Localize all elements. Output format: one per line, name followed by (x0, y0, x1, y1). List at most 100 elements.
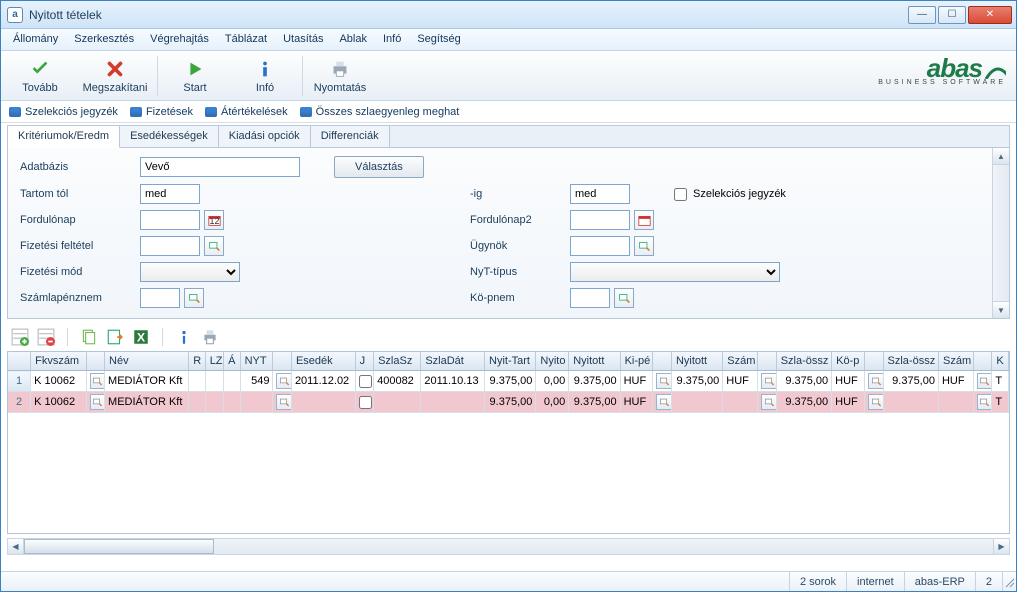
lookup-icon[interactable] (614, 288, 634, 308)
column-header[interactable]: Nyito (536, 352, 569, 371)
input-ugynok[interactable] (570, 236, 630, 256)
menu-segitseg[interactable]: Segítség (409, 29, 468, 50)
tab-esedekessegek[interactable]: Esedékességek (120, 126, 219, 147)
column-header[interactable]: Ki-pé (620, 352, 653, 371)
resize-grip-icon[interactable] (1002, 572, 1016, 591)
toolbar-print[interactable]: Nyomtatás (305, 53, 375, 99)
column-header[interactable]: Esedék (291, 352, 355, 371)
select-nyt-tipus[interactable] (570, 262, 780, 282)
select-fiz-mod[interactable] (140, 262, 240, 282)
input-ko-pnem[interactable] (570, 288, 610, 308)
cell-lookup-icon[interactable] (761, 394, 776, 410)
label-fordulonap: Fordulónap (20, 214, 140, 226)
data-grid[interactable]: FkvszámNévRLZÁNYTEsedékJSzlaSzSzlaDátNyi… (7, 351, 1010, 534)
input-tartom-tol[interactable] (140, 184, 200, 204)
menu-info[interactable]: Infó (375, 29, 409, 50)
cell-lookup-icon[interactable] (276, 394, 291, 410)
cell-lookup-icon[interactable] (868, 373, 883, 389)
cell-checkbox[interactable] (359, 375, 372, 388)
toolbar-abort[interactable]: Megszakítani (75, 53, 155, 99)
input-ig[interactable] (570, 184, 630, 204)
column-header[interactable] (758, 352, 776, 371)
menu-vegrehajtas[interactable]: Végrehajtás (142, 29, 217, 50)
link-fizetesek[interactable]: Fizetések (130, 106, 193, 118)
close-button[interactable]: ✕ (968, 6, 1012, 24)
checkbox-szel-jegyzek[interactable] (674, 188, 687, 201)
cell-lookup-icon[interactable] (868, 394, 883, 410)
scrollbar-thumb[interactable] (24, 539, 214, 554)
menu-ablak[interactable]: Ablak (331, 29, 375, 50)
column-header[interactable]: Nyit-Tart (485, 352, 536, 371)
input-adatbazis[interactable] (140, 157, 300, 177)
link-atertekelesek[interactable]: Átértékelések (205, 106, 288, 118)
column-header[interactable]: Kö-p (832, 352, 865, 371)
menu-szerkesztes[interactable]: Szerkesztés (66, 29, 142, 50)
cell-lookup-icon[interactable] (977, 373, 992, 389)
column-header[interactable]: Szám (723, 352, 758, 371)
column-header[interactable] (653, 352, 671, 371)
column-header[interactable] (8, 352, 31, 371)
input-fordulonap2[interactable] (570, 210, 630, 230)
toolbar-info[interactable]: Infó (230, 53, 300, 99)
input-szamlapenznem[interactable] (140, 288, 180, 308)
grid-remove-icon[interactable] (37, 328, 55, 346)
column-header[interactable]: Nyitott (671, 352, 722, 371)
panel-scrollbar[interactable]: ▲ ▼ (992, 148, 1009, 318)
cell-lookup-icon[interactable] (656, 394, 671, 410)
column-header[interactable]: SzlaDát (421, 352, 485, 371)
link-szelekcio[interactable]: Szelekciós jegyzék (9, 106, 118, 118)
cell-lookup-icon[interactable] (90, 394, 105, 410)
column-header[interactable]: NYT (240, 352, 273, 371)
cell-lookup-icon[interactable] (977, 394, 992, 410)
tab-kiadasi[interactable]: Kiadási opciók (219, 126, 311, 147)
calendar-icon[interactable]: 12 (204, 210, 224, 230)
grid-copy-icon[interactable] (80, 328, 98, 346)
cell-checkbox[interactable] (359, 396, 372, 409)
input-fordulonap[interactable] (140, 210, 200, 230)
cell-lookup-icon[interactable] (276, 373, 291, 389)
grid-info-icon[interactable] (175, 328, 193, 346)
grid-export-icon[interactable] (106, 328, 124, 346)
menu-allomany[interactable]: Állomány (5, 29, 66, 50)
grid-excel-icon[interactable]: X (132, 328, 150, 346)
column-header[interactable] (865, 352, 883, 371)
column-header[interactable]: SzlaSz (374, 352, 421, 371)
calendar-icon[interactable] (634, 210, 654, 230)
column-header[interactable]: LZ (205, 352, 223, 371)
grid-print-icon[interactable] (201, 328, 219, 346)
tab-differenciak[interactable]: Differenciák (311, 126, 390, 147)
cell-lookup-icon[interactable] (656, 373, 671, 389)
maximize-button[interactable]: ☐ (938, 6, 966, 24)
column-header[interactable]: K (992, 352, 1009, 371)
column-header[interactable]: Szám (938, 352, 973, 371)
grid-add-icon[interactable] (11, 328, 29, 346)
column-header[interactable]: Nyitott (569, 352, 620, 371)
cell-lookup-icon[interactable] (90, 373, 105, 389)
link-osszes[interactable]: Összes szlaegyenleg meghat (300, 106, 460, 118)
column-header[interactable]: J (355, 352, 373, 371)
column-header[interactable]: Szla-össz (883, 352, 938, 371)
column-header[interactable]: R (189, 352, 205, 371)
toolbar-continue[interactable]: Tovább (5, 53, 75, 99)
column-header[interactable] (973, 352, 991, 371)
minimize-button[interactable]: — (908, 6, 936, 24)
table-row[interactable]: 1K 10062MEDIÁTOR Kft5492011.12.024000822… (8, 371, 1009, 392)
lookup-icon[interactable] (204, 236, 224, 256)
table-row[interactable]: 2K 10062MEDIÁTOR Kft9.375,000,009.375,00… (8, 392, 1009, 413)
column-header[interactable]: Szla-össz (776, 352, 831, 371)
tab-kriteriumok[interactable]: Kritériumok/Eredm (8, 126, 120, 148)
lookup-icon[interactable] (184, 288, 204, 308)
column-header[interactable]: Fkvszám (31, 352, 86, 371)
lookup-icon[interactable] (634, 236, 654, 256)
button-valasztas[interactable]: Választás (334, 156, 424, 178)
cell-lookup-icon[interactable] (761, 373, 776, 389)
column-header[interactable]: Á (224, 352, 240, 371)
column-header[interactable] (86, 352, 104, 371)
column-header[interactable]: Név (105, 352, 189, 371)
menu-tablazat[interactable]: Táblázat (217, 29, 275, 50)
horizontal-scrollbar[interactable]: ◀ ▶ (7, 538, 1010, 555)
toolbar-start[interactable]: Start (160, 53, 230, 99)
column-header[interactable] (273, 352, 291, 371)
menu-utasitas[interactable]: Utasítás (275, 29, 331, 50)
input-fiz-feltetel[interactable] (140, 236, 200, 256)
